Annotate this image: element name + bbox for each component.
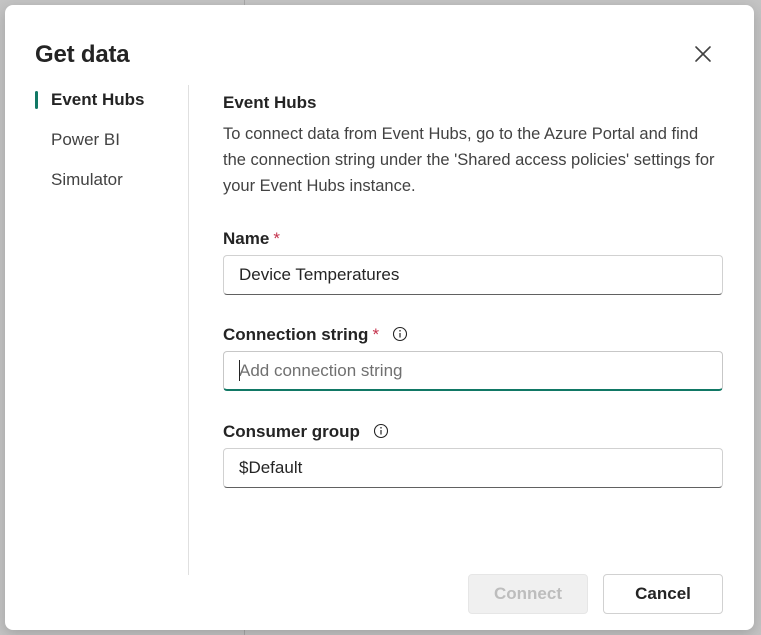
cancel-button[interactable]: Cancel (603, 574, 723, 614)
required-marker: * (273, 229, 280, 248)
connection-string-label: Connection string * (223, 325, 408, 345)
nav-divider (188, 85, 189, 575)
connection-string-input[interactable] (223, 351, 723, 391)
close-icon (695, 46, 711, 62)
text-caret (239, 360, 240, 381)
nav-item-label: Power BI (51, 130, 120, 149)
dialog-title: Get data (35, 41, 130, 68)
consumer-group-input[interactable] (223, 448, 723, 488)
get-data-dialog: Get data Event Hubs Power BI Simulator E… (5, 5, 754, 630)
section-description: To connect data from Event Hubs, go to t… (223, 125, 715, 195)
nav-item-label: Simulator (51, 170, 123, 189)
event-hubs-panel: Event Hubs To connect data from Event Hu… (223, 93, 723, 488)
connect-button[interactable]: Connect (468, 574, 588, 614)
consumer-group-label-text: Consumer group (223, 422, 360, 441)
consumer-group-label: Consumer group (223, 422, 389, 442)
connection-string-wrapper (223, 351, 723, 391)
nav-active-indicator (35, 91, 38, 109)
nav-item-label: Event Hubs (51, 90, 145, 109)
source-nav: Event Hubs Power BI Simulator (35, 90, 185, 210)
name-input[interactable] (223, 255, 723, 295)
connection-string-label-text: Connection string (223, 325, 369, 344)
info-icon[interactable] (392, 326, 408, 342)
required-marker: * (372, 325, 380, 344)
info-icon[interactable] (373, 423, 389, 439)
nav-item-simulator[interactable]: Simulator (35, 170, 185, 190)
nav-item-event-hubs[interactable]: Event Hubs (35, 90, 185, 110)
name-label-text: Name (223, 229, 270, 248)
nav-item-power-bi[interactable]: Power BI (35, 130, 185, 150)
close-button[interactable] (689, 40, 717, 68)
name-label: Name * (223, 229, 280, 249)
section-title: Event Hubs (223, 93, 317, 112)
